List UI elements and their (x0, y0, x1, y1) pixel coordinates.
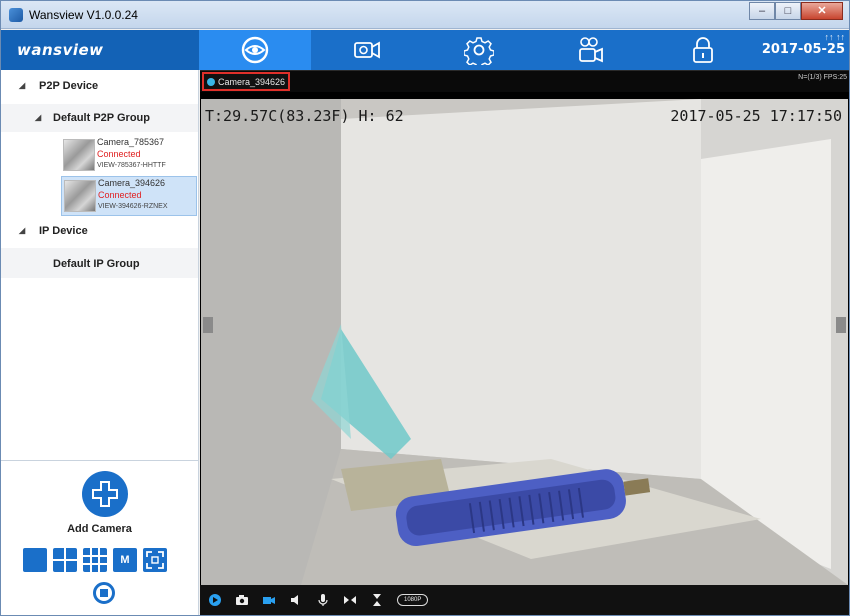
expand-caret-icon[interactable]: ◢ (35, 113, 41, 122)
gear-icon (464, 37, 494, 65)
add-camera-label: Add Camera (67, 523, 132, 535)
camera-list-item-selected[interactable]: Camera_394626 Connected VIEW-394626-RZNE… (61, 176, 197, 216)
layout-9-button[interactable] (83, 548, 107, 572)
flip-vertical-icon[interactable] (370, 593, 384, 607)
sidebar-bottom-panel: Add Camera M (1, 460, 198, 615)
flip-horizontal-icon[interactable] (343, 593, 357, 607)
add-camera-button[interactable] (82, 471, 128, 517)
brand-logo: wansview (1, 30, 199, 70)
tree-ip-device[interactable]: ◢ IP Device (1, 220, 198, 246)
layout-1-button[interactable] (23, 548, 47, 572)
stop-all-button[interactable] (93, 582, 115, 604)
snapshot-icon[interactable] (235, 593, 249, 607)
fullscreen-icon (146, 551, 164, 569)
expand-caret-icon[interactable]: ◢ (19, 81, 25, 90)
fps-readout: N=(1/3) FPS:25 (798, 74, 847, 81)
nav-settings[interactable] (423, 30, 535, 70)
live-indicator-icon (207, 78, 215, 86)
lock-icon (693, 37, 713, 63)
window-title: Wansview V1.0.0.24 (29, 8, 138, 22)
camera-thumbnail (63, 139, 95, 171)
video-panel: Camera_394626 N=(1/3) FPS:25 T:29.57C(83… (200, 70, 849, 615)
osd-timestamp: 2017-05-25 17:17:50 (670, 107, 842, 125)
app-window: Wansview V1.0.0.24 – □ ✕ wansview ↑↑ ↑↑ … (0, 0, 850, 616)
nav-recording[interactable] (311, 30, 423, 70)
camera-name: Camera_785367 (97, 137, 165, 147)
window-controls: – □ ✕ (749, 2, 843, 20)
next-camera-handle[interactable] (836, 317, 846, 333)
tree-default-p2p-group[interactable]: ◢ Default P2P Group (1, 104, 198, 132)
record-icon[interactable] (262, 593, 276, 607)
camera-thumbnail (64, 180, 96, 212)
speaker-icon[interactable] (289, 593, 303, 607)
microphone-icon[interactable] (316, 593, 330, 607)
tree-p2p-device[interactable]: ◢ P2P Device (1, 76, 198, 102)
maximize-button[interactable]: □ (775, 2, 801, 20)
video-header: Camera_394626 N=(1/3) FPS:25 (200, 70, 849, 92)
camera-scene (201, 99, 848, 585)
layout-4-button[interactable] (53, 548, 77, 572)
layout-selector: M (23, 548, 167, 572)
expand-caret-icon[interactable]: ◢ (19, 226, 25, 235)
camera-tab[interactable]: Camera_394626 (202, 72, 290, 91)
nav-live-view[interactable] (199, 30, 311, 70)
tree-label: IP Device (39, 225, 88, 237)
nav-playback[interactable] (535, 30, 647, 70)
camera-status: Connected (98, 190, 142, 200)
camera-uid: VIEW-785367-HHTTF (97, 162, 166, 169)
minimize-button[interactable]: – (749, 2, 775, 20)
layout-m-button[interactable]: M (113, 548, 137, 572)
close-button[interactable]: ✕ (801, 2, 843, 20)
video-toolbar: 1080P (200, 585, 849, 615)
camera-uid: VIEW-394626-RZNEX (98, 203, 168, 210)
nav-lock[interactable] (647, 30, 759, 70)
video-camera-icon (354, 41, 380, 59)
camera-tab-label: Camera_394626 (218, 77, 286, 87)
resolution-toggle[interactable]: 1080P (397, 594, 429, 606)
previous-camera-handle[interactable] (203, 317, 213, 333)
play-icon[interactable] (208, 593, 222, 607)
date-display: ↑↑ ↑↑ 2017-05-25 (762, 32, 845, 57)
tree-default-ip-group[interactable]: Default IP Group (1, 248, 198, 278)
osd-temperature-humidity: T:29.57C(83.23F) H: 62 (205, 107, 404, 125)
camera-name: Camera_394626 (98, 178, 166, 188)
current-date: 2017-05-25 (761, 42, 845, 57)
playback-camera-icon (579, 37, 603, 63)
video-feed[interactable]: T:29.57C(83.23F) H: 62 2017-05-25 17:17:… (201, 99, 848, 585)
app-icon (9, 8, 23, 22)
eye-icon (241, 36, 269, 64)
stop-icon (100, 589, 108, 597)
title-bar: Wansview V1.0.0.24 – □ ✕ (1, 1, 849, 29)
camera-list-item[interactable]: Camera_785367 Connected VIEW-785367-HHTT… (61, 136, 197, 176)
tree-label: P2P Device (39, 80, 99, 92)
top-nav-bar: wansview ↑↑ ↑↑ 2017-05-25 (1, 30, 849, 70)
signal-indicator: ↑↑ ↑↑ (824, 32, 845, 42)
camera-status: Connected (97, 149, 141, 159)
fullscreen-button[interactable] (143, 548, 167, 572)
tree-label: Default P2P Group (53, 112, 150, 124)
device-sidebar: ◢ P2P Device ◢ Default P2P Group Camera_… (1, 70, 199, 615)
plus-icon (92, 481, 118, 507)
tree-label: Default IP Group (53, 258, 140, 270)
